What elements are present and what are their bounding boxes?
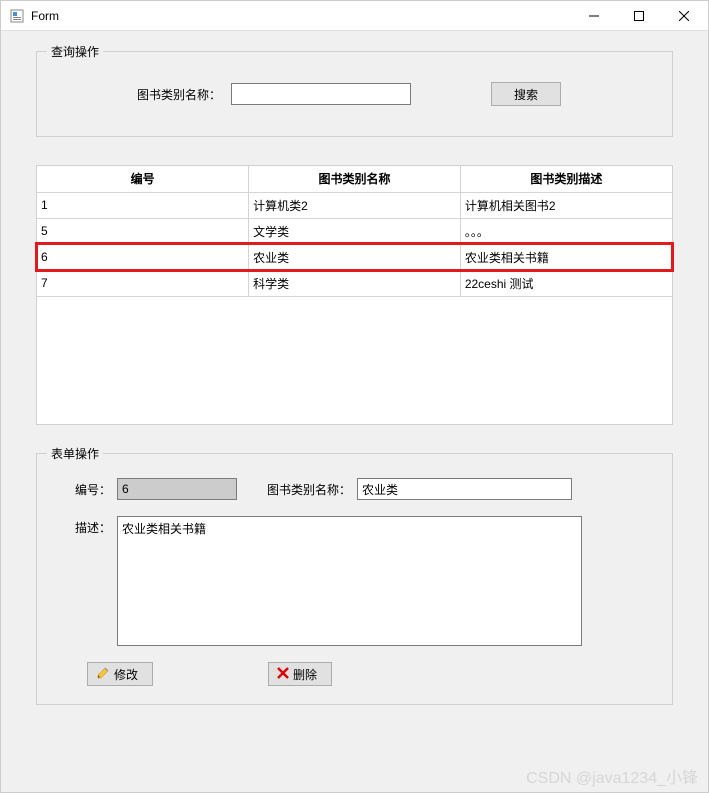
window-frame: Form 查询操作 图书类别名称： 搜索	[0, 0, 709, 793]
table-cell: 5	[37, 218, 249, 244]
search-button[interactable]: 搜索	[491, 82, 561, 106]
table-cell: 22ceshi 测试	[460, 270, 672, 296]
form-name-input[interactable]	[357, 478, 572, 500]
table-cell: 农业类	[249, 244, 461, 270]
table-cell: 计算机类2	[249, 192, 461, 218]
table-row[interactable]: 7科学类22ceshi 测试	[37, 270, 672, 296]
data-table[interactable]: 编号 图书类别名称 图书类别描述 1计算机类2计算机相关图书25文学类。。。6农…	[36, 165, 673, 425]
table-row[interactable]: 1计算机类2计算机相关图书2	[37, 192, 672, 218]
table-cell: 农业类相关书籍	[460, 244, 672, 270]
modify-button[interactable]: 修改	[87, 662, 153, 686]
close-button[interactable]	[661, 1, 706, 30]
form-id-label: 编号：	[57, 478, 117, 498]
query-name-input[interactable]	[231, 83, 411, 105]
table-cell: 7	[37, 270, 249, 296]
table-cell: 计算机相关图书2	[460, 192, 672, 218]
form-group-title: 表单操作	[47, 445, 103, 462]
titlebar[interactable]: Form	[1, 1, 708, 31]
maximize-button[interactable]	[616, 1, 661, 30]
table-row[interactable]: 6农业类农业类相关书籍	[37, 244, 672, 270]
modify-button-label: 修改	[114, 666, 138, 683]
query-group: 查询操作 图书类别名称： 搜索	[36, 51, 673, 137]
app-icon	[9, 8, 25, 24]
query-name-label: 图书类别名称：	[137, 86, 221, 103]
delete-button[interactable]: 删除	[268, 662, 332, 686]
window-controls	[571, 1, 706, 30]
pencil-icon	[96, 666, 110, 683]
form-desc-label: 描述：	[57, 516, 117, 536]
table-cell: 科学类	[249, 270, 461, 296]
table-cell: 文学类	[249, 218, 461, 244]
watermark-text: CSDN @java1234_小锋	[526, 764, 698, 788]
table-cell: 1	[37, 192, 249, 218]
table-cell: 6	[37, 244, 249, 270]
form-desc-textarea[interactable]	[117, 516, 582, 646]
col-header-id[interactable]: 编号	[37, 166, 249, 192]
delete-button-label: 删除	[293, 666, 317, 683]
form-name-label: 图书类别名称：	[267, 478, 357, 498]
query-group-title: 查询操作	[47, 43, 103, 60]
table-cell: 。。。	[460, 218, 672, 244]
client-area: 查询操作 图书类别名称： 搜索 编号 图书类别名称 图书类别描述 1计算机类2计…	[1, 31, 708, 792]
x-icon	[277, 667, 289, 682]
window-title: Form	[31, 9, 571, 23]
form-id-input	[117, 478, 237, 500]
col-header-name[interactable]: 图书类别名称	[249, 166, 461, 192]
table-row[interactable]: 5文学类。。。	[37, 218, 672, 244]
col-header-desc[interactable]: 图书类别描述	[460, 166, 672, 192]
minimize-button[interactable]	[571, 1, 616, 30]
form-group: 表单操作 编号： 图书类别名称： 描述：	[36, 453, 673, 705]
